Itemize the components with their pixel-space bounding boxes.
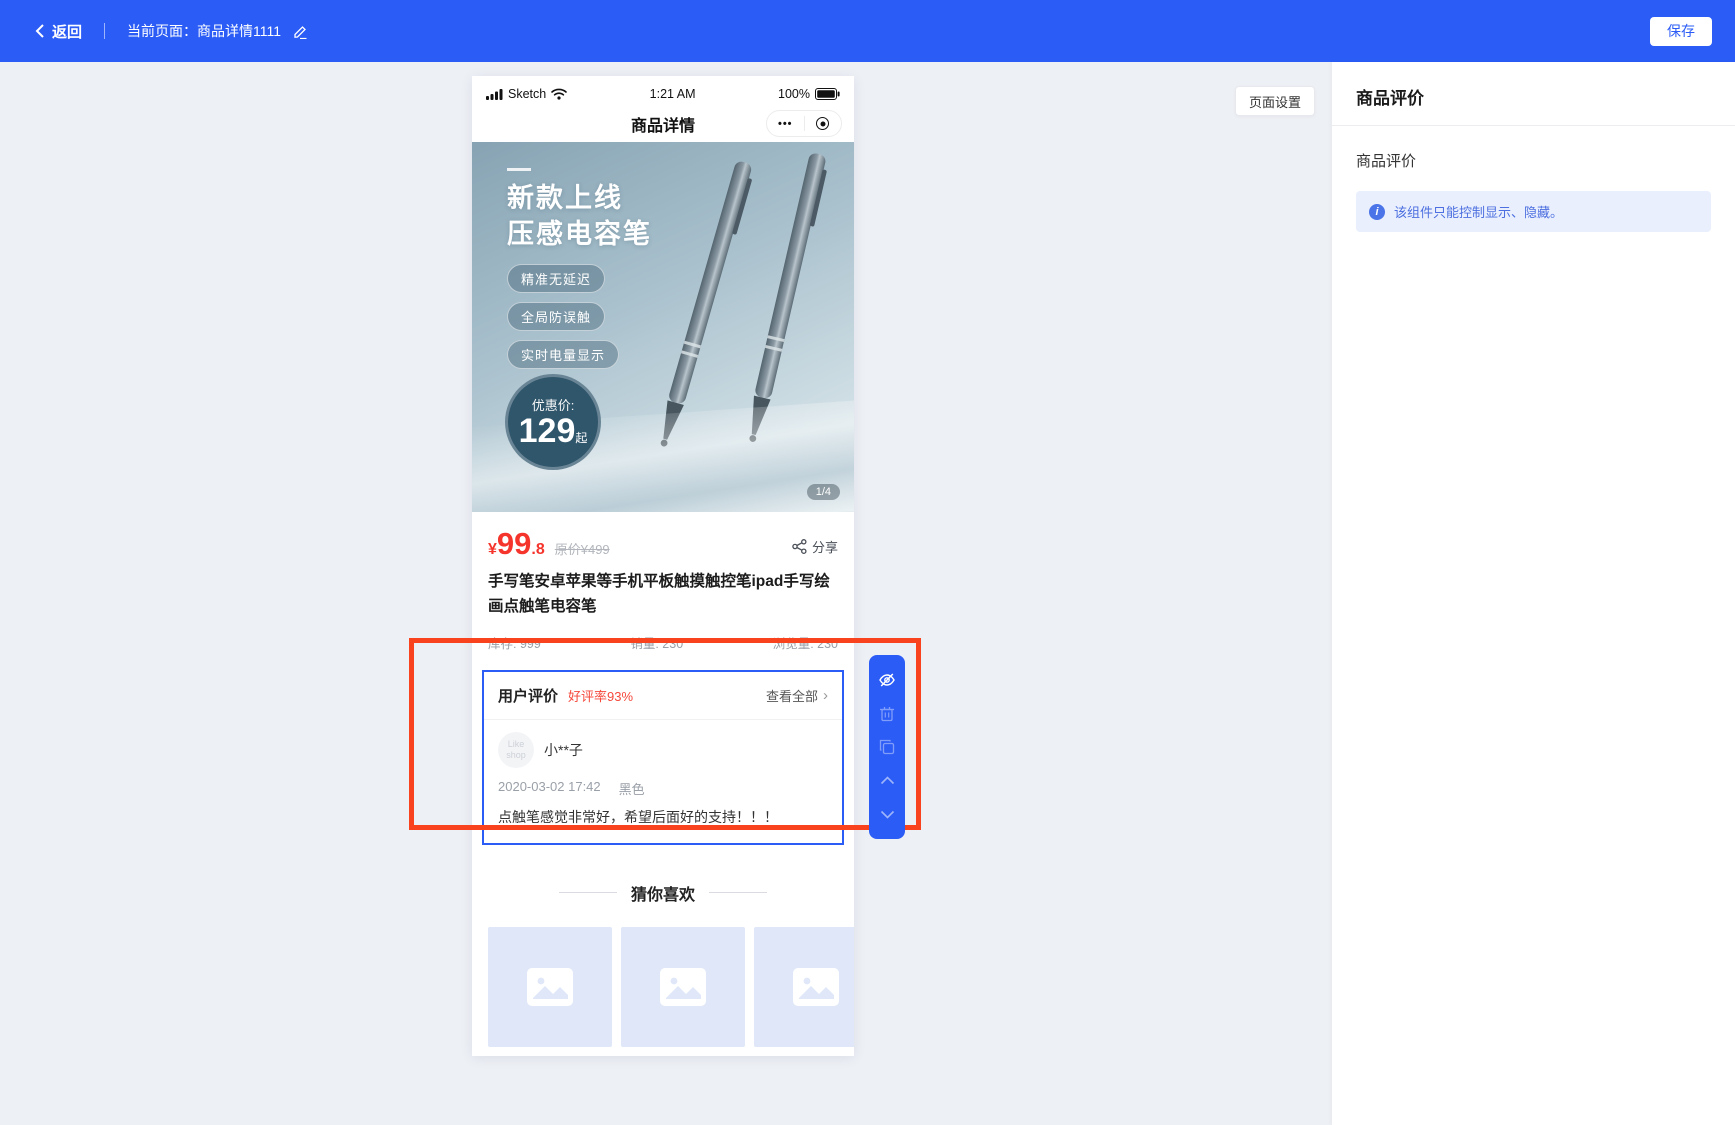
- views-stat: 浏览量: 230: [773, 633, 838, 652]
- back-button[interactable]: 返回: [35, 21, 82, 42]
- banner-price-value: 129起: [519, 414, 588, 450]
- battery-icon: [815, 88, 840, 100]
- recommend-card[interactable]: 这里是商品标题 ¥0 ¥0: [754, 927, 854, 1056]
- view-all-link[interactable]: 查看全部 ›: [766, 686, 828, 705]
- eye-off-icon: [878, 671, 896, 689]
- mobile-preview: Sketch 1:21 AM 100% 商品详情 •••: [472, 76, 854, 1056]
- component-toolbar: [869, 655, 905, 839]
- banner-price-circle: 优惠价: 129起: [505, 374, 601, 470]
- picture-icon: [793, 968, 839, 1006]
- original-price: 原价¥499: [555, 539, 610, 558]
- back-chevron-icon: [35, 24, 45, 38]
- info-text: 该组件只能控制显示、隐藏。: [1394, 202, 1563, 221]
- product-title: 手写笔安卓苹果等手机平板触摸触控笔ipad手写绘画点触笔电容笔: [488, 570, 838, 620]
- banner-price-label: 优惠价:: [532, 395, 575, 414]
- miniprogram-capsule: •••: [766, 110, 842, 137]
- reviewer-name: 小**子: [544, 740, 583, 760]
- banner-badges: 精准无延迟 全局防误触 实时电量显示: [507, 264, 619, 369]
- recommend-card[interactable]: 这里是商品标题 ¥0 ¥0: [488, 927, 612, 1056]
- reviewer-avatar: Like shop: [498, 732, 534, 768]
- topbar-divider: [104, 23, 105, 39]
- recommend-card[interactable]: 这里是商品标题 ¥0 ¥0: [621, 927, 745, 1056]
- battery-label: 100%: [778, 87, 810, 101]
- stock-stat: 库存: 999: [488, 633, 541, 652]
- panel-title: 商品评价: [1332, 62, 1735, 126]
- hide-component-button[interactable]: [877, 670, 897, 690]
- share-button[interactable]: 分享: [792, 537, 838, 556]
- price-integer: 99: [497, 528, 531, 559]
- share-icon: [792, 539, 807, 554]
- signal-bars-icon: [486, 89, 503, 100]
- banner-page-indicator: 1/4: [807, 484, 840, 500]
- info-icon: i: [1369, 204, 1385, 220]
- delete-component-button[interactable]: [877, 703, 897, 723]
- page-editor: 返回 当前页面：商品详情1111 保存 页面设置 Sketch 1:21 AM: [0, 0, 1735, 1125]
- review-body: Like shop 小**子 2020-03-02 17:42 黑色 点触笔感觉…: [484, 720, 842, 843]
- banner-headline-line1: 新款上线: [507, 180, 652, 216]
- review-sku: 黑色: [619, 779, 645, 798]
- banner-badge: 全局防误触: [507, 302, 605, 331]
- page-title: 商品详情: [631, 112, 695, 136]
- product-info-section: ¥ 99 .8 原价¥499 分享 手写笔安卓苹果等手机平板触摸触控笔ipad手…: [472, 512, 854, 656]
- page-settings-button[interactable]: 页面设置: [1235, 86, 1315, 116]
- status-bar: Sketch 1:21 AM 100%: [472, 76, 854, 106]
- review-content: 点触笔感觉非常好，希望后面好的支持！！！: [498, 807, 828, 827]
- banner-headline-line2: 压感电容笔: [507, 216, 652, 252]
- carrier-label: Sketch: [508, 87, 546, 101]
- more-dots-icon: •••: [778, 118, 793, 130]
- move-down-button[interactable]: [877, 804, 897, 824]
- recommend-header: 猜你喜欢: [472, 881, 854, 905]
- copy-component-button[interactable]: [877, 737, 897, 757]
- recommend-title: 猜你喜欢: [631, 881, 695, 905]
- share-label: 分享: [812, 537, 838, 556]
- picture-icon: [527, 968, 573, 1006]
- top-bar: 返回 当前页面：商品详情1111 保存: [0, 0, 1735, 62]
- back-label: 返回: [52, 21, 82, 42]
- chevron-right-icon: ›: [823, 687, 828, 704]
- move-up-button[interactable]: [877, 771, 897, 791]
- review-date: 2020-03-02 17:42: [498, 779, 601, 798]
- target-circle-icon: [816, 117, 829, 130]
- trash-icon: [879, 705, 895, 722]
- view-all-label: 查看全部: [766, 686, 818, 705]
- picture-icon: [660, 968, 706, 1006]
- review-title: 用户评价: [498, 685, 558, 706]
- current-page-label: 当前页面：商品详情1111: [127, 21, 281, 41]
- image-placeholder: [621, 927, 745, 1047]
- more-menu-button[interactable]: •••: [767, 111, 804, 136]
- banner-badge: 精准无延迟: [507, 264, 605, 293]
- currency-symbol: ¥: [488, 541, 497, 559]
- recommend-cards: 这里是商品标题 ¥0 ¥0 这里是商品标题 ¥0 ¥0: [472, 927, 854, 1056]
- image-placeholder: [754, 927, 854, 1047]
- edit-page-name-icon[interactable]: [293, 24, 308, 39]
- banner-accent-dash: [507, 168, 531, 171]
- sales-stat: 销量: 230: [630, 633, 683, 652]
- close-capsule-button[interactable]: [805, 111, 842, 136]
- image-placeholder: [488, 927, 612, 1047]
- time-label: 1:21 AM: [650, 87, 696, 101]
- chevron-down-icon: [880, 810, 895, 819]
- banner-badge: 实时电量显示: [507, 340, 619, 369]
- info-banner: i 该组件只能控制显示、隐藏。: [1356, 191, 1711, 232]
- product-banner[interactable]: 新款上线 压感电容笔 精准无延迟 全局防误触 实时电量显示 优惠价: 129起 …: [472, 142, 854, 512]
- review-header: 用户评价 好评率93% 查看全部 ›: [484, 672, 842, 719]
- banner-price-suffix: 起: [575, 431, 587, 445]
- chevron-up-icon: [880, 776, 895, 785]
- review-meta: 2020-03-02 17:42 黑色: [498, 779, 828, 798]
- settings-panel: 商品评价 商品评价 i 该组件只能控制显示、隐藏。: [1332, 62, 1735, 1125]
- review-component[interactable]: 用户评价 好评率93% 查看全部 › Like shop 小**子 2020-0: [482, 670, 844, 845]
- price-row: ¥ 99 .8 原价¥499 分享: [488, 528, 838, 559]
- mini-nav-bar: 商品详情 •••: [472, 106, 854, 142]
- product-stats: 库存: 999 销量: 230 浏览量: 230: [488, 633, 838, 656]
- price-decimal: .8: [531, 541, 544, 559]
- banner-headline: 新款上线 压感电容笔: [507, 180, 652, 253]
- copy-icon: [879, 739, 895, 755]
- wifi-icon: [551, 88, 567, 100]
- positive-rate-label: 好评率93%: [568, 686, 633, 705]
- save-button[interactable]: 保存: [1650, 17, 1712, 46]
- panel-section-label: 商品评价: [1356, 150, 1711, 171]
